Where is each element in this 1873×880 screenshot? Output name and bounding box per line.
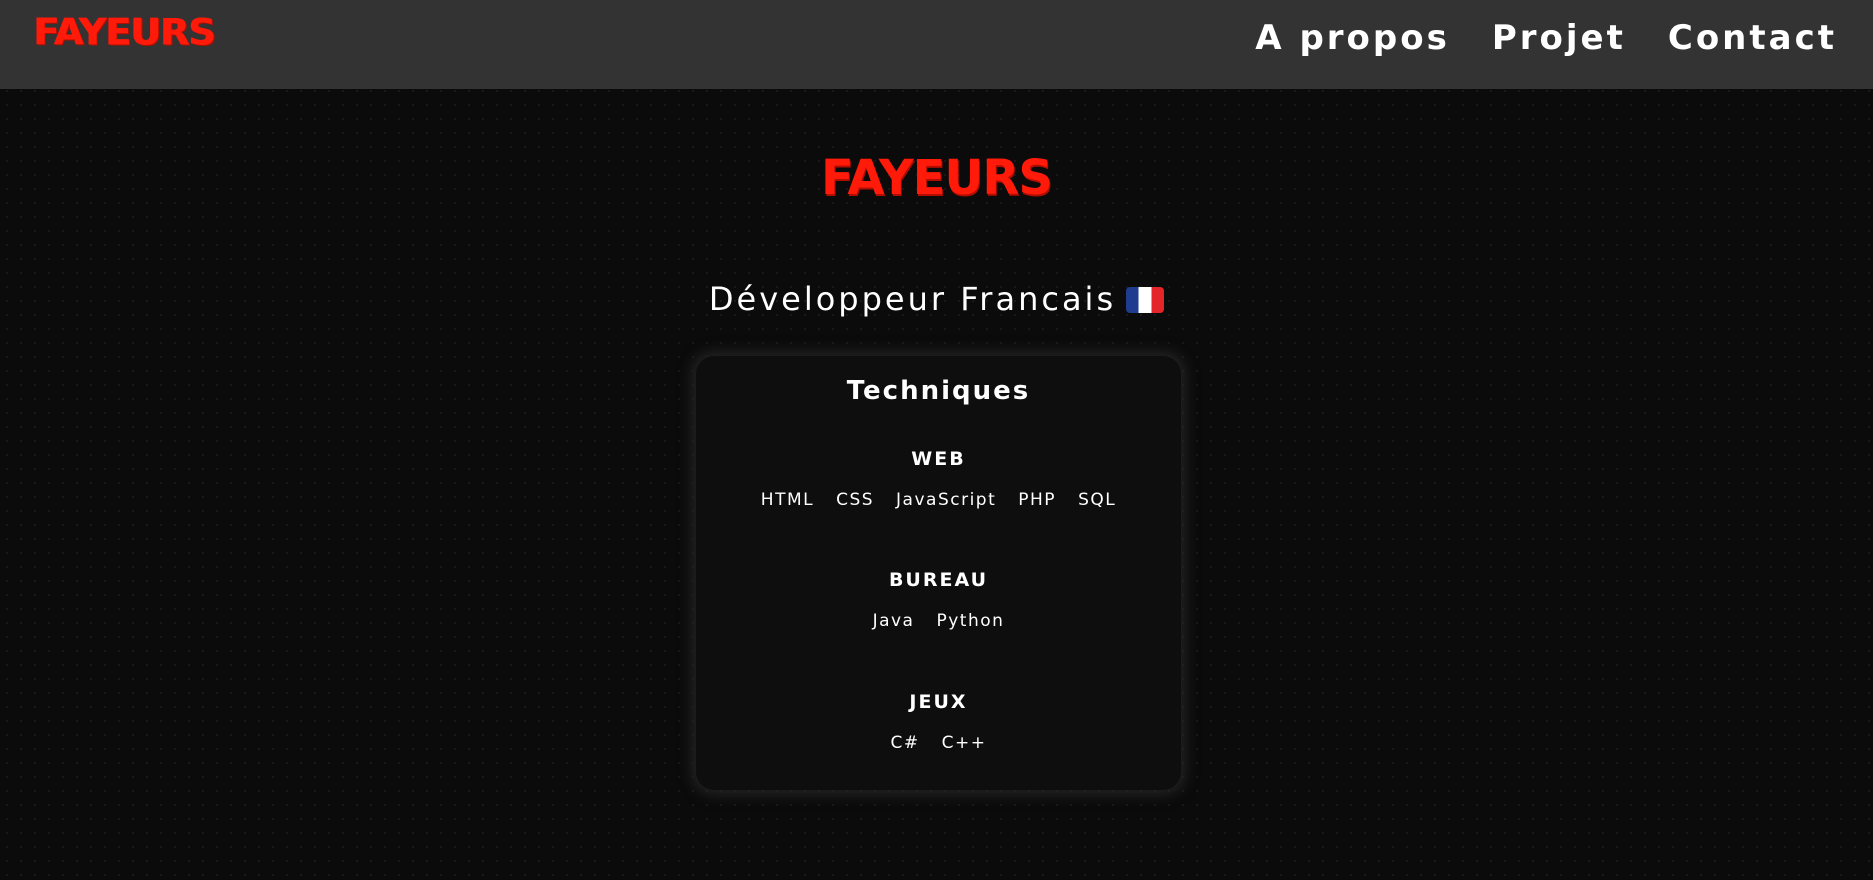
skill-tag: CSS: [836, 490, 875, 510]
skill-tag: Java: [872, 611, 915, 631]
skill-group-web: WEB HTML CSS JavaScript PHP SQL: [696, 448, 1181, 510]
header-logo-link[interactable]: FAYEURS: [34, 11, 216, 53]
skill-group-jeux: JEUX C# C++: [696, 691, 1181, 753]
skill-group-title: BUREAU: [888, 569, 989, 591]
skills-card: Techniques WEB HTML CSS JavaScript PHP S…: [696, 356, 1181, 790]
france-flag-icon: [1126, 287, 1165, 313]
hero-subtitle: Développeur Francais: [708, 280, 1117, 318]
skill-tag: SQL: [1078, 490, 1117, 510]
skill-tag: HTML: [760, 490, 815, 510]
skill-tag: Python: [936, 611, 1005, 631]
skill-tags: Java Python: [696, 611, 1181, 631]
skill-tags: HTML CSS JavaScript PHP SQL: [696, 490, 1181, 510]
skills-card-title: Techniques: [846, 376, 1031, 406]
main-nav: A propos Projet Contact: [1255, 18, 1837, 58]
skill-group-title: JEUX: [909, 691, 968, 713]
hero-logo: FAYEURS: [821, 150, 1053, 206]
skill-group-bureau: BUREAU Java Python: [696, 569, 1181, 631]
nav-link-contact[interactable]: Contact: [1668, 18, 1837, 58]
skill-tag: PHP: [1018, 490, 1057, 510]
skill-group-title: WEB: [911, 448, 966, 470]
skill-tag: C#: [890, 733, 920, 753]
nav-link-projet[interactable]: Projet: [1492, 18, 1626, 58]
hero-subtitle-line: Développeur Francais: [0, 280, 1873, 318]
top-navigation-bar: FAYEURS A propos Projet Contact: [0, 0, 1873, 89]
skill-tag: JavaScript: [896, 490, 997, 510]
skill-tag: C++: [941, 733, 987, 753]
nav-link-a-propos[interactable]: A propos: [1255, 18, 1450, 58]
skill-tags: C# C++: [696, 733, 1181, 753]
